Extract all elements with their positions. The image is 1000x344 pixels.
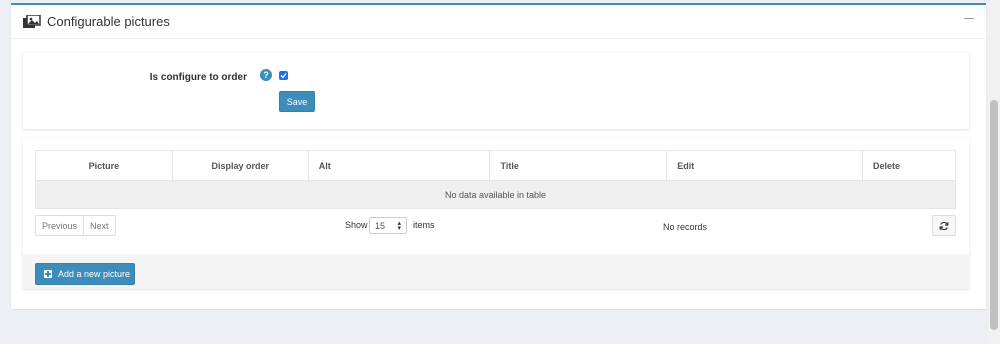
previous-page-button[interactable]: Previous [36,216,83,235]
checkmark-icon [280,73,287,79]
plus-square-icon [44,270,52,278]
column-picture[interactable]: Picture [35,150,173,181]
column-display-order[interactable]: Display order [171,150,309,181]
save-button[interactable]: Save [279,91,315,112]
card-header: Configurable pictures [11,5,986,39]
column-delete[interactable]: Delete [862,150,956,181]
next-page-button[interactable]: Next [83,216,115,235]
page-scrollbar[interactable] [988,0,1000,344]
configure-to-order-label: Is configure to order [149,72,247,83]
add-new-picture-label: Add a new picture [58,269,131,279]
refresh-icon [939,221,949,230]
select-arrows-icon: ▴ ▾ [397,220,401,232]
page-size-select[interactable]: 15 ▴ ▾ [369,217,407,234]
table-header-row: Picture Display order Alt Title Edit Del… [35,150,956,181]
empty-table-message: No data available in table [35,180,956,209]
help-icon[interactable]: ? [260,69,272,81]
column-title[interactable]: Title [489,150,668,181]
scrollbar-thumb[interactable] [990,100,998,330]
pictures-icon [23,14,41,28]
items-label: items [413,220,435,230]
refresh-button[interactable] [932,215,956,236]
card-title: Configurable pictures [47,14,170,29]
configure-to-order-checkbox[interactable] [279,71,288,80]
show-label: Show [345,220,368,230]
settings-form: Is configure to order ? Save [23,53,969,129]
table-area: Picture Display order Alt Title Edit Del… [23,138,969,254]
pictures-table: Picture Display order Alt Title Edit Del… [35,150,956,209]
table-row: No data available in table [35,180,956,209]
column-edit[interactable]: Edit [666,150,864,181]
column-alt[interactable]: Alt [307,150,491,181]
collapse-button[interactable] [964,13,974,23]
pagination: Previous Next [35,215,116,236]
add-new-picture-button[interactable]: Add a new picture [35,263,135,285]
page-size-value: 15 [375,220,386,231]
pictures-table-panel: Picture Display order Alt Title Edit Del… [23,138,969,289]
configurable-pictures-card: Configurable pictures Is configure to or… [11,3,986,309]
records-status: No records [663,222,708,232]
